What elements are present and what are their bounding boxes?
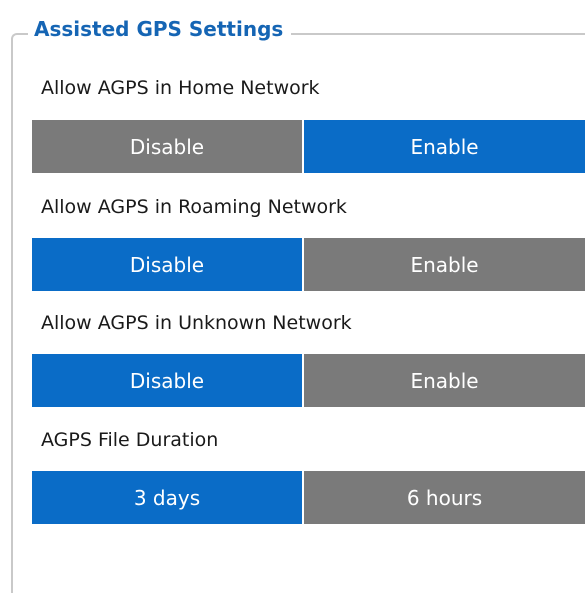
home-network-toggle: Disable Enable [32,120,585,173]
home-network-enable-button[interactable]: Enable [302,120,585,173]
unknown-network-label: Allow AGPS in Unknown Network [41,312,352,334]
duration-6-hours-button[interactable]: 6 hours [302,471,585,524]
group-title: Assisted GPS Settings [28,16,292,42]
roaming-network-disable-button[interactable]: Disable [32,238,302,291]
roaming-network-enable-button[interactable]: Enable [302,238,585,291]
roaming-network-label: Allow AGPS in Roaming Network [41,196,347,218]
unknown-network-disable-button[interactable]: Disable [32,354,302,407]
agps-file-duration-toggle: 3 days 6 hours [32,471,585,524]
roaming-network-toggle: Disable Enable [32,238,585,291]
duration-3-days-button[interactable]: 3 days [32,471,302,524]
unknown-network-enable-button[interactable]: Enable [302,354,585,407]
home-network-disable-button[interactable]: Disable [32,120,302,173]
home-network-label: Allow AGPS in Home Network [41,77,320,99]
unknown-network-toggle: Disable Enable [32,354,585,407]
agps-file-duration-label: AGPS File Duration [41,429,219,451]
